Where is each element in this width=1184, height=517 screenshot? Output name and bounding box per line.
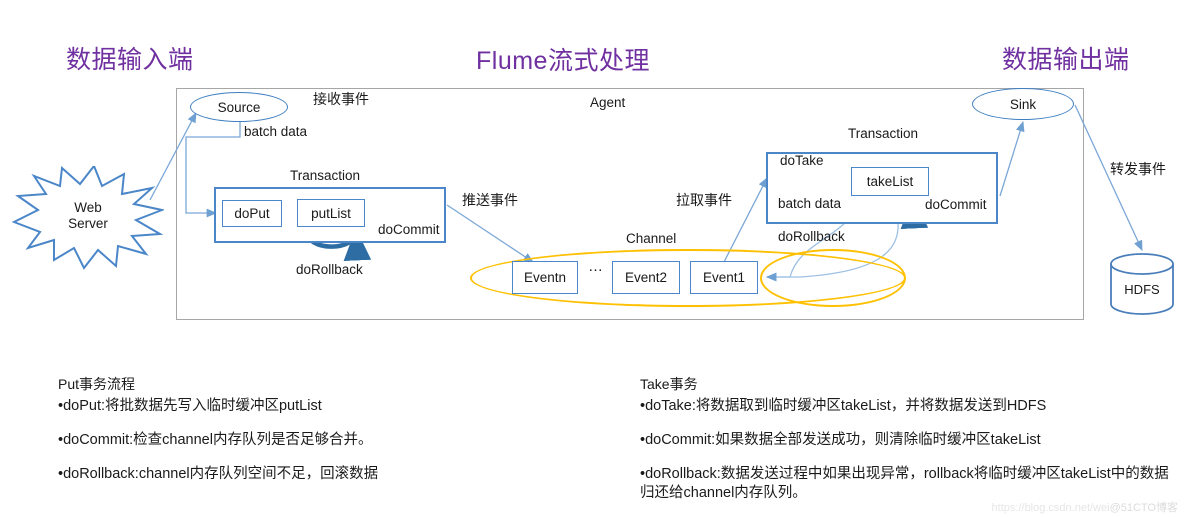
diagram-canvas: 数据输入端 Flume流式处理 数据输出端 Web Server Source …	[0, 0, 1184, 517]
hdfs-label: HDFS	[1124, 282, 1160, 297]
notes-take-column: Take事务 •doTake:将数据取到临时缓冲区takeList，并将数据发送…	[640, 374, 1180, 517]
notes-take-item-2: •doRollback:数据发送过程中如果出现异常，rollback将临时缓冲区…	[640, 466, 1169, 501]
notes-put-item-1: •doCommit:检查channel内存队列是否足够合并。	[58, 432, 373, 448]
label-transaction-right: Transaction	[848, 126, 919, 141]
label-do-take: doTake	[780, 153, 824, 168]
notes-put-item-0: •doPut:将批数据先写入临时缓冲区putList	[58, 398, 322, 414]
header-input: 数据输入端	[66, 46, 194, 74]
label-pull-event: 拉取事件	[676, 192, 732, 208]
label-push-event: 推送事件	[462, 192, 518, 208]
node-source[interactable]: Source	[190, 92, 288, 122]
node-event-n[interactable]: Eventn	[512, 261, 578, 294]
notes-put-title: Put事务流程	[58, 376, 136, 392]
label-do-rollback-left: doRollback	[296, 262, 363, 277]
web-server-label: Web Server	[40, 200, 136, 232]
watermark-brand: @51CTO博客	[1109, 502, 1178, 514]
node-event-1[interactable]: Event1	[690, 261, 758, 294]
notes-take-item-0: •doTake:将数据取到临时缓冲区takeList，并将数据发送到HDFS	[640, 398, 1047, 414]
label-transaction-left: Transaction	[290, 168, 361, 183]
label-batch-data-left: batch data	[244, 124, 308, 139]
label-do-commit-left: doCommit	[378, 222, 440, 237]
label-do-rollback-right: doRollback	[778, 229, 845, 244]
label-do-commit-right: doCommit	[925, 197, 987, 212]
event-ellipsis: …	[588, 258, 603, 275]
node-put-list[interactable]: putList	[297, 199, 365, 227]
label-batch-data-right: batch data	[778, 196, 842, 211]
channel-ellipse-inner	[760, 249, 906, 307]
watermark-url: https://blog.csdn.net/wei	[991, 502, 1110, 514]
notes-take-title: Take事务	[640, 376, 698, 392]
notes-put-item-2: •doRollback:channel内存队列空间不足，回滚数据	[58, 466, 379, 482]
node-do-put[interactable]: doPut	[222, 200, 282, 227]
web-server-line2: Server	[68, 216, 108, 231]
label-agent: Agent	[590, 95, 626, 110]
node-event-2[interactable]: Event2	[612, 261, 680, 294]
label-channel: Channel	[626, 231, 677, 246]
notes-put-column: Put事务流程 •doPut:将批数据先写入临时缓冲区putList •doCo…	[58, 374, 598, 499]
web-server-line1: Web	[74, 200, 102, 215]
node-sink[interactable]: Sink	[972, 88, 1074, 120]
watermark: https://blog.csdn.net/wei@51CTO博客	[992, 499, 1178, 515]
notes-take-item-1: •doCommit:如果数据全部发送成功，则清除临时缓冲区takeList	[640, 432, 1041, 448]
label-receive-event: 接收事件	[313, 91, 369, 107]
header-output: 数据输出端	[1002, 46, 1130, 74]
node-take-list[interactable]: takeList	[851, 167, 929, 196]
label-forward-event: 转发事件	[1110, 161, 1166, 177]
header-middle: Flume流式处理	[476, 47, 650, 75]
